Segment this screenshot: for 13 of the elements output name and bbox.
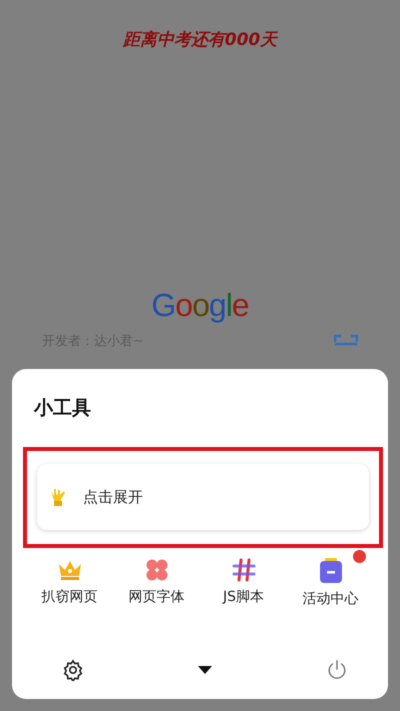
flower-icon	[144, 558, 168, 582]
hand-icon	[49, 487, 67, 507]
sheet-title: 小工具	[34, 396, 92, 421]
countdown-text: 距离中考还有000天	[122, 29, 278, 51]
google-logo: Google	[151, 287, 249, 324]
tool-item[interactable]: 扒窃网页	[26, 550, 113, 610]
dropdown-button[interactable]	[196, 664, 214, 676]
hash-icon	[232, 558, 256, 582]
box-icon	[318, 558, 342, 584]
tool-item[interactable]: JS脚本	[200, 550, 287, 610]
tool-item[interactable]: 活动中心	[287, 550, 374, 610]
tool-item[interactable]: 网页字体	[113, 550, 200, 610]
expand-card[interactable]: 点击展开	[37, 464, 369, 530]
